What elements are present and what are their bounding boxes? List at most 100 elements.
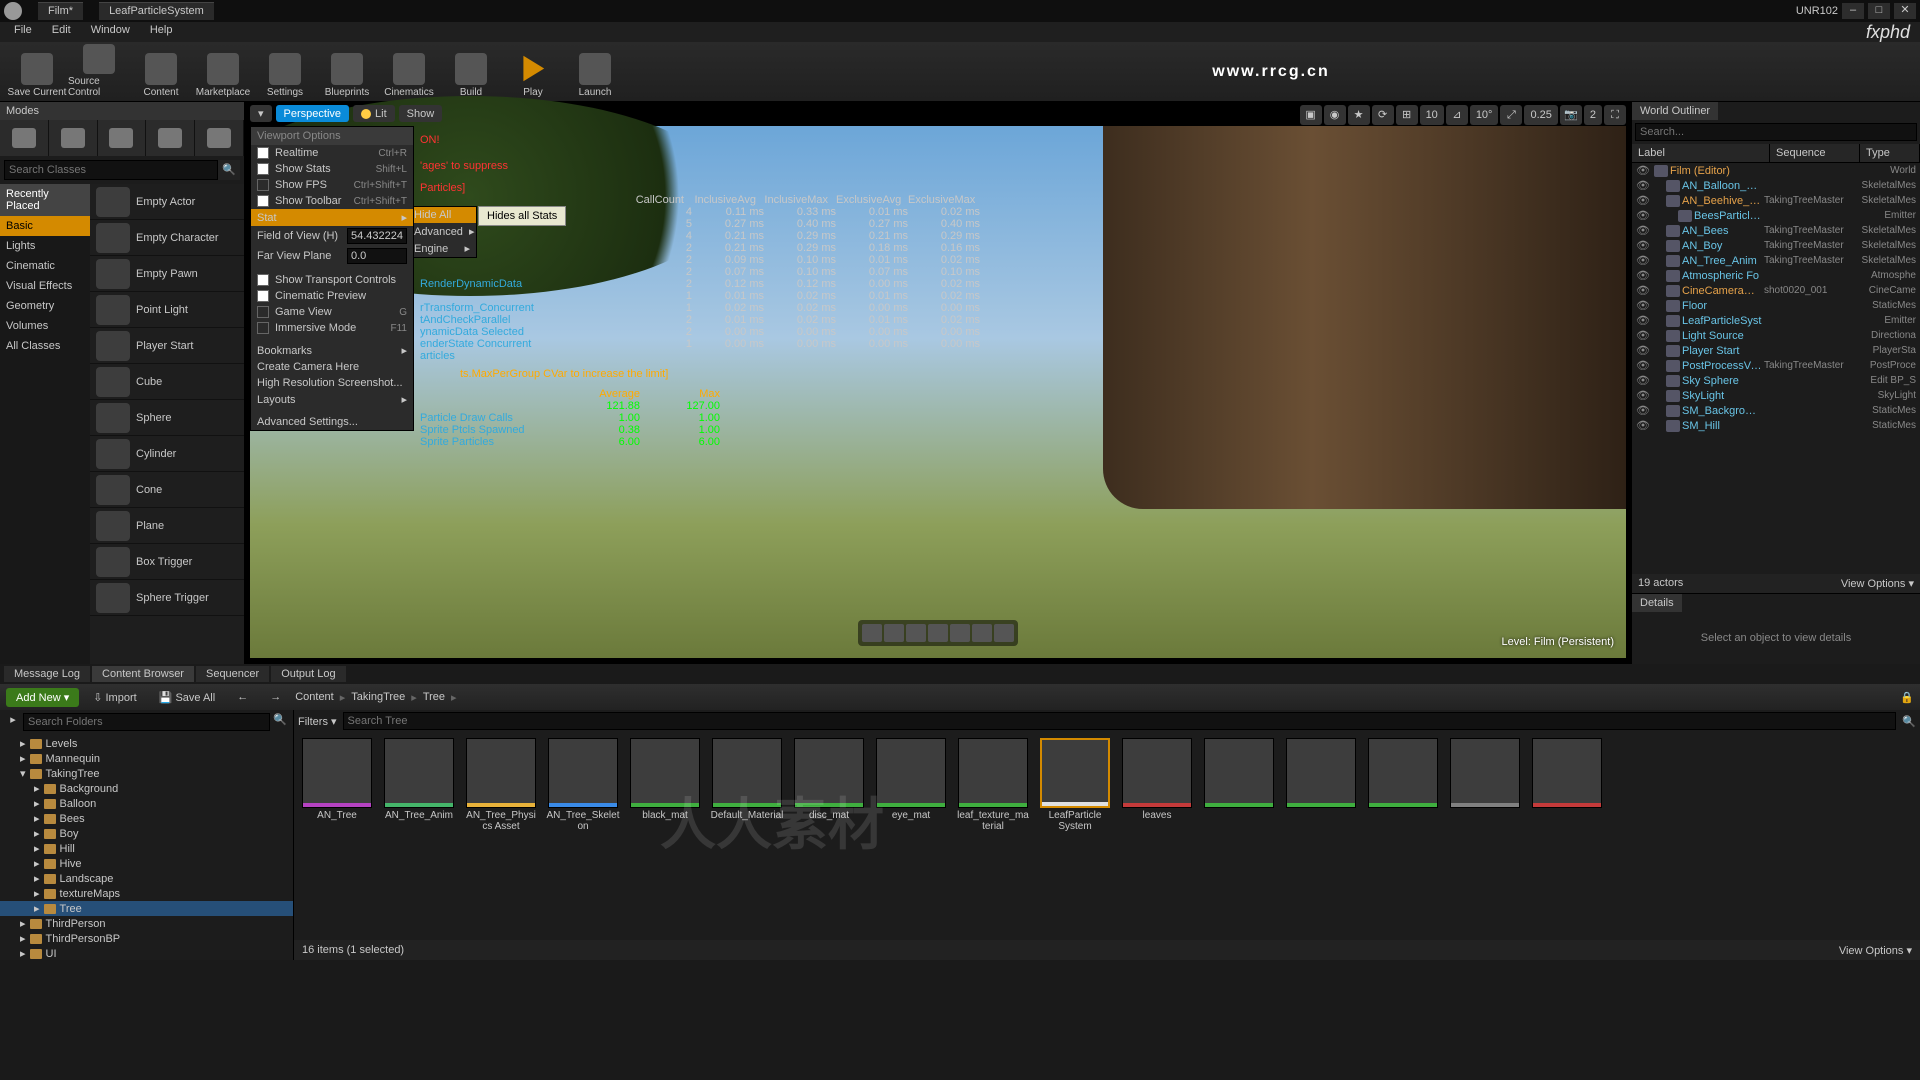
transport-controls[interactable] [858, 620, 1018, 646]
outliner-row[interactable]: 👁BeesParticleSEmitter [1632, 208, 1920, 223]
menu-item-show-toolbar[interactable]: Show ToolbarCtrl+Shift+T [251, 193, 413, 209]
paint-mode-icon[interactable] [61, 128, 85, 148]
tab-content-browser[interactable]: Content Browser [92, 666, 194, 682]
outliner-row[interactable]: 👁AN_Tree_AnimTakingTreeMasterSkeletalMes [1632, 253, 1920, 268]
asset-item[interactable] [1530, 738, 1604, 832]
place-item-cylinder[interactable]: Cylinder [90, 436, 244, 472]
save-all-button[interactable]: 💾 Save All [151, 688, 224, 707]
add-new-button[interactable]: Add New ▾ [6, 688, 79, 707]
menu-item-realtime[interactable]: RealtimeCtrl+R [251, 145, 413, 161]
outliner-view-options[interactable]: View Options ▾ [1841, 577, 1914, 590]
outliner-row[interactable]: 👁FloorStaticMes [1632, 298, 1920, 313]
angle-size[interactable]: 10° [1470, 105, 1499, 125]
crumb-takingtree[interactable]: TakingTree [351, 691, 405, 703]
place-item-plane[interactable]: Plane [90, 508, 244, 544]
asset-item[interactable] [1448, 738, 1522, 832]
place-item-point-light[interactable]: Point Light [90, 292, 244, 328]
play-icon[interactable] [928, 624, 948, 642]
snap-scale-icon[interactable]: ⤢ [1500, 105, 1522, 125]
outliner-row[interactable]: 👁AN_BoyTakingTreeMasterSkeletalMes [1632, 238, 1920, 253]
realtime-icon[interactable]: ⟳ [1372, 105, 1394, 125]
asset-leafparticle-system[interactable]: LeafParticle System [1038, 738, 1112, 832]
import-button[interactable]: ⇩ Import [85, 688, 144, 707]
outliner-row[interactable]: 👁CineCameraActorshot0020_001CineCame [1632, 283, 1920, 298]
outliner-row[interactable]: 👁SM_HillStaticMes [1632, 418, 1920, 433]
outliner-row[interactable]: 👁Film (Editor)World [1632, 163, 1920, 178]
menu-item-game-view[interactable]: Game ViewG [251, 304, 413, 320]
viewport-options-button[interactable]: ▾ [250, 105, 272, 122]
step-fwd-icon[interactable] [950, 624, 970, 642]
minimize-button[interactable]: – [1842, 3, 1864, 19]
menu-item-fov[interactable]: Field of View (H) [251, 226, 413, 246]
asset-an_tree[interactable]: AN_Tree [300, 738, 374, 832]
asset-leaves[interactable]: leaves [1120, 738, 1194, 832]
folder-hive[interactable]: ▸Hive [0, 856, 293, 871]
menu-window[interactable]: Window [81, 22, 140, 42]
snap-angle-icon[interactable]: ⊿ [1446, 105, 1468, 125]
outliner-row[interactable]: 👁AN_Beehive_FinTakingTreeMasterSkeletalM… [1632, 193, 1920, 208]
tab-sequencer[interactable]: Sequencer [196, 666, 269, 682]
asset-black_mat[interactable]: black_mat [628, 738, 702, 832]
show-button[interactable]: Show [399, 105, 443, 122]
landscape-mode-icon[interactable] [109, 128, 133, 148]
sources-toggle-icon[interactable]: ▸ [3, 713, 23, 731]
asset-item[interactable] [1366, 738, 1440, 832]
tab-message-log[interactable]: Message Log [4, 666, 90, 682]
outliner-row[interactable]: 👁Atmospheric FoAtmosphe [1632, 268, 1920, 283]
fov-input[interactable] [347, 228, 407, 244]
to-end-icon[interactable] [972, 624, 992, 642]
menu-item-cinematic-preview[interactable]: Cinematic Preview [251, 288, 413, 304]
grid-size[interactable]: 10 [1420, 105, 1444, 125]
folder-ui[interactable]: ▸UI [0, 946, 293, 960]
title-tab-asset[interactable]: LeafParticleSystem [99, 2, 214, 20]
asset-leaf_texture_material[interactable]: leaf_texture_material [956, 738, 1030, 832]
outliner-row[interactable]: 👁AN_Balloon_AnimSkeletalMes [1632, 178, 1920, 193]
sources-search-input[interactable] [23, 713, 270, 731]
asset-search-input[interactable] [343, 712, 1897, 730]
asset-disc_mat[interactable]: disc_mat [792, 738, 866, 832]
folder-bees[interactable]: ▸Bees [0, 811, 293, 826]
settings-button[interactable]: Settings [254, 44, 316, 100]
menu-item-show-fps[interactable]: Show FPSCtrl+Shift+T [251, 177, 413, 193]
viewport[interactable]: ▾ Perspective Lit Show ▣ ◉ ★ ⟳ ⊞ 10 ⊿ 10… [244, 102, 1632, 664]
asset-an_tree_anim[interactable]: AN_Tree_Anim [382, 738, 456, 832]
outliner-row[interactable]: 👁AN_BeesTakingTreeMasterSkeletalMes [1632, 223, 1920, 238]
folder-thirdpersonbp[interactable]: ▸ThirdPersonBP [0, 931, 293, 946]
asset-item[interactable] [1202, 738, 1276, 832]
menu-file[interactable]: File [4, 22, 42, 42]
outliner-row[interactable]: 👁LeafParticleSystEmitter [1632, 313, 1920, 328]
crumb-content[interactable]: Content [295, 691, 334, 703]
menu-help[interactable]: Help [140, 22, 183, 42]
play-button[interactable]: Play [502, 44, 564, 100]
close-button[interactable]: ✕ [1894, 3, 1916, 19]
maximize-button[interactable]: □ [1868, 3, 1890, 19]
folder-boy[interactable]: ▸Boy [0, 826, 293, 841]
folder-texturemaps[interactable]: ▸textureMaps [0, 886, 293, 901]
folder-thirdperson[interactable]: ▸ThirdPerson [0, 916, 293, 931]
category-volumes[interactable]: Volumes [0, 316, 90, 336]
place-item-cone[interactable]: Cone [90, 472, 244, 508]
lock-icon[interactable]: 🔒 [1900, 691, 1914, 704]
category-recently-placed[interactable]: Recently Placed [0, 184, 90, 216]
menu-edit[interactable]: Edit [42, 22, 81, 42]
place-item-sphere-trigger[interactable]: Sphere Trigger [90, 580, 244, 616]
place-item-box-trigger[interactable]: Box Trigger [90, 544, 244, 580]
tab-output-log[interactable]: Output Log [271, 666, 345, 682]
place-item-empty-pawn[interactable]: Empty Pawn [90, 256, 244, 292]
asset-eye_mat[interactable]: eye_mat [874, 738, 948, 832]
search-icon[interactable]: 🔍 [1902, 715, 1916, 728]
play-reverse-icon[interactable] [906, 624, 926, 642]
content-button[interactable]: Content [130, 44, 192, 100]
outliner-row[interactable]: 👁SkyLightSkyLight [1632, 388, 1920, 403]
foliage-mode-icon[interactable] [158, 128, 182, 148]
category-visual-effects[interactable]: Visual Effects [0, 276, 90, 296]
game-view-icon[interactable]: ▣ [1300, 105, 1322, 125]
outliner-row[interactable]: 👁PostProcessVoluTakingTreeMasterPostProc… [1632, 358, 1920, 373]
menu-item-advanced-settings[interactable]: Advanced Settings... [251, 414, 413, 430]
lit-button[interactable]: Lit [353, 105, 395, 122]
menu-item-show-transport-controls[interactable]: Show Transport Controls [251, 272, 413, 288]
outliner-row[interactable]: 👁Player StartPlayerSta [1632, 343, 1920, 358]
category-all-classes[interactable]: All Classes [0, 336, 90, 356]
farplane-input[interactable] [347, 248, 407, 264]
outliner-row[interactable]: 👁SM_BackgroundStaticMes [1632, 403, 1920, 418]
